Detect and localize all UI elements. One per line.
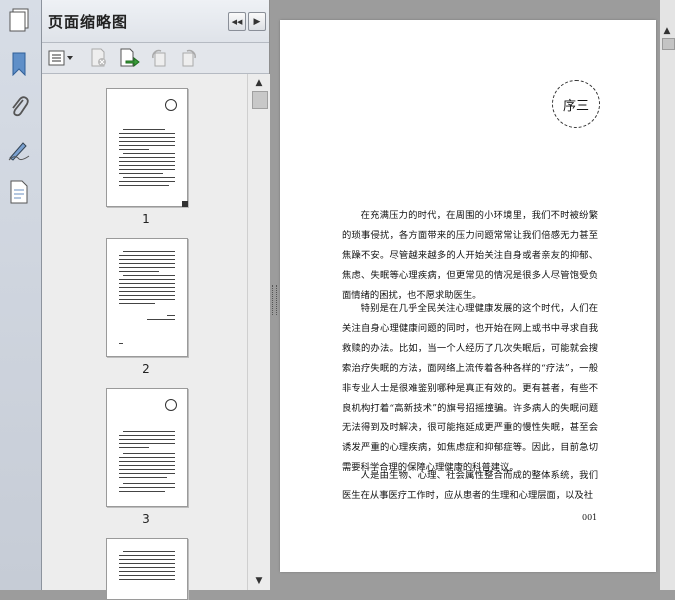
bookmarks-icon[interactable] (5, 50, 33, 78)
panel-header: 页面缩略图 ◀◀ ▶ (42, 0, 269, 43)
panel-title: 页面缩略图 (48, 13, 129, 31)
document-scrollbar[interactable]: ▲ (660, 0, 675, 590)
paragraph-3: 人是由生物、心理、社会属性整合而成的整体系统，我们医生在从事医疗工作时，应从患者… (342, 470, 598, 501)
rotate-left-icon (152, 49, 166, 67)
panel-splitter[interactable] (270, 0, 277, 590)
page-thumbnail-4[interactable] (106, 538, 188, 600)
page-seal-mark (165, 399, 177, 411)
signatures-icon[interactable] (5, 136, 33, 164)
paragraph-2: 特别是在几乎全民关注心理健康发展的这个时代，人们在关注自身心理健康问题的同时，也… (342, 303, 598, 474)
next-panel-button[interactable]: ▶ (248, 12, 266, 31)
page-number: 001 (582, 513, 598, 522)
thumbnail-label-3: 3 (142, 512, 150, 526)
options-list-icon (48, 50, 73, 66)
document-scrollbar-thumb[interactable] (662, 38, 675, 50)
options-menu-button[interactable] (48, 48, 74, 68)
double-chevron-left-icon: ◀◀ (231, 17, 243, 26)
document-scroll-up-icon[interactable]: ▲ (660, 24, 674, 38)
insert-pages-button[interactable] (118, 48, 140, 68)
collapse-panel-button[interactable]: ◀◀ (228, 12, 246, 31)
thumbnail-scrollbar-thumb[interactable] (252, 91, 268, 109)
page-thumbnail-2[interactable] (106, 238, 188, 357)
document-properties-icon[interactable] (5, 178, 33, 206)
chevron-right-icon: ▶ (253, 16, 261, 27)
thumbnail-list: 1 2 3 (42, 74, 247, 600)
page-thumbnails-icon[interactable] (5, 6, 33, 34)
attachments-icon[interactable] (5, 93, 33, 121)
resize-handle[interactable] (182, 201, 188, 207)
chapter-seal: 序三 (552, 80, 600, 128)
scroll-up-arrow-icon[interactable]: ▲ (252, 76, 266, 90)
rotate-right-button[interactable] (178, 48, 200, 68)
document-page: 序三 在充满压力的时代，在周围的小环境里，我们不时被纷繁的琐事侵扰，各方面带来的… (280, 20, 656, 572)
seal-text: 序三 (562, 98, 589, 114)
page-thumbnail-1[interactable] (106, 88, 188, 207)
navigation-rail (0, 0, 42, 590)
thumbnail-panel: 页面缩略图 ◀◀ ▶ 1 2 3 ▲ ▼ (42, 0, 270, 600)
insert-page-icon (120, 48, 140, 68)
thumbnail-scrollbar[interactable]: ▲ ▼ (247, 74, 270, 590)
page-thumbnail-3[interactable] (106, 388, 188, 507)
thumbnail-label-1: 1 (142, 212, 150, 226)
thumbnail-toolbar (42, 43, 269, 74)
page-seal-mark (165, 99, 177, 111)
paragraph-1: 在充满压力的时代，在周围的小环境里，我们不时被纷繁的琐事侵扰，各方面带来的压力问… (342, 210, 598, 301)
scroll-down-arrow-icon[interactable]: ▼ (252, 574, 266, 588)
splitter-grip-icon (272, 285, 277, 315)
rotate-right-icon (182, 49, 196, 67)
delete-page-icon (91, 48, 106, 67)
delete-pages-button[interactable] (88, 48, 110, 68)
thumbnail-label-2: 2 (142, 362, 150, 376)
rotate-left-button[interactable] (148, 48, 170, 68)
